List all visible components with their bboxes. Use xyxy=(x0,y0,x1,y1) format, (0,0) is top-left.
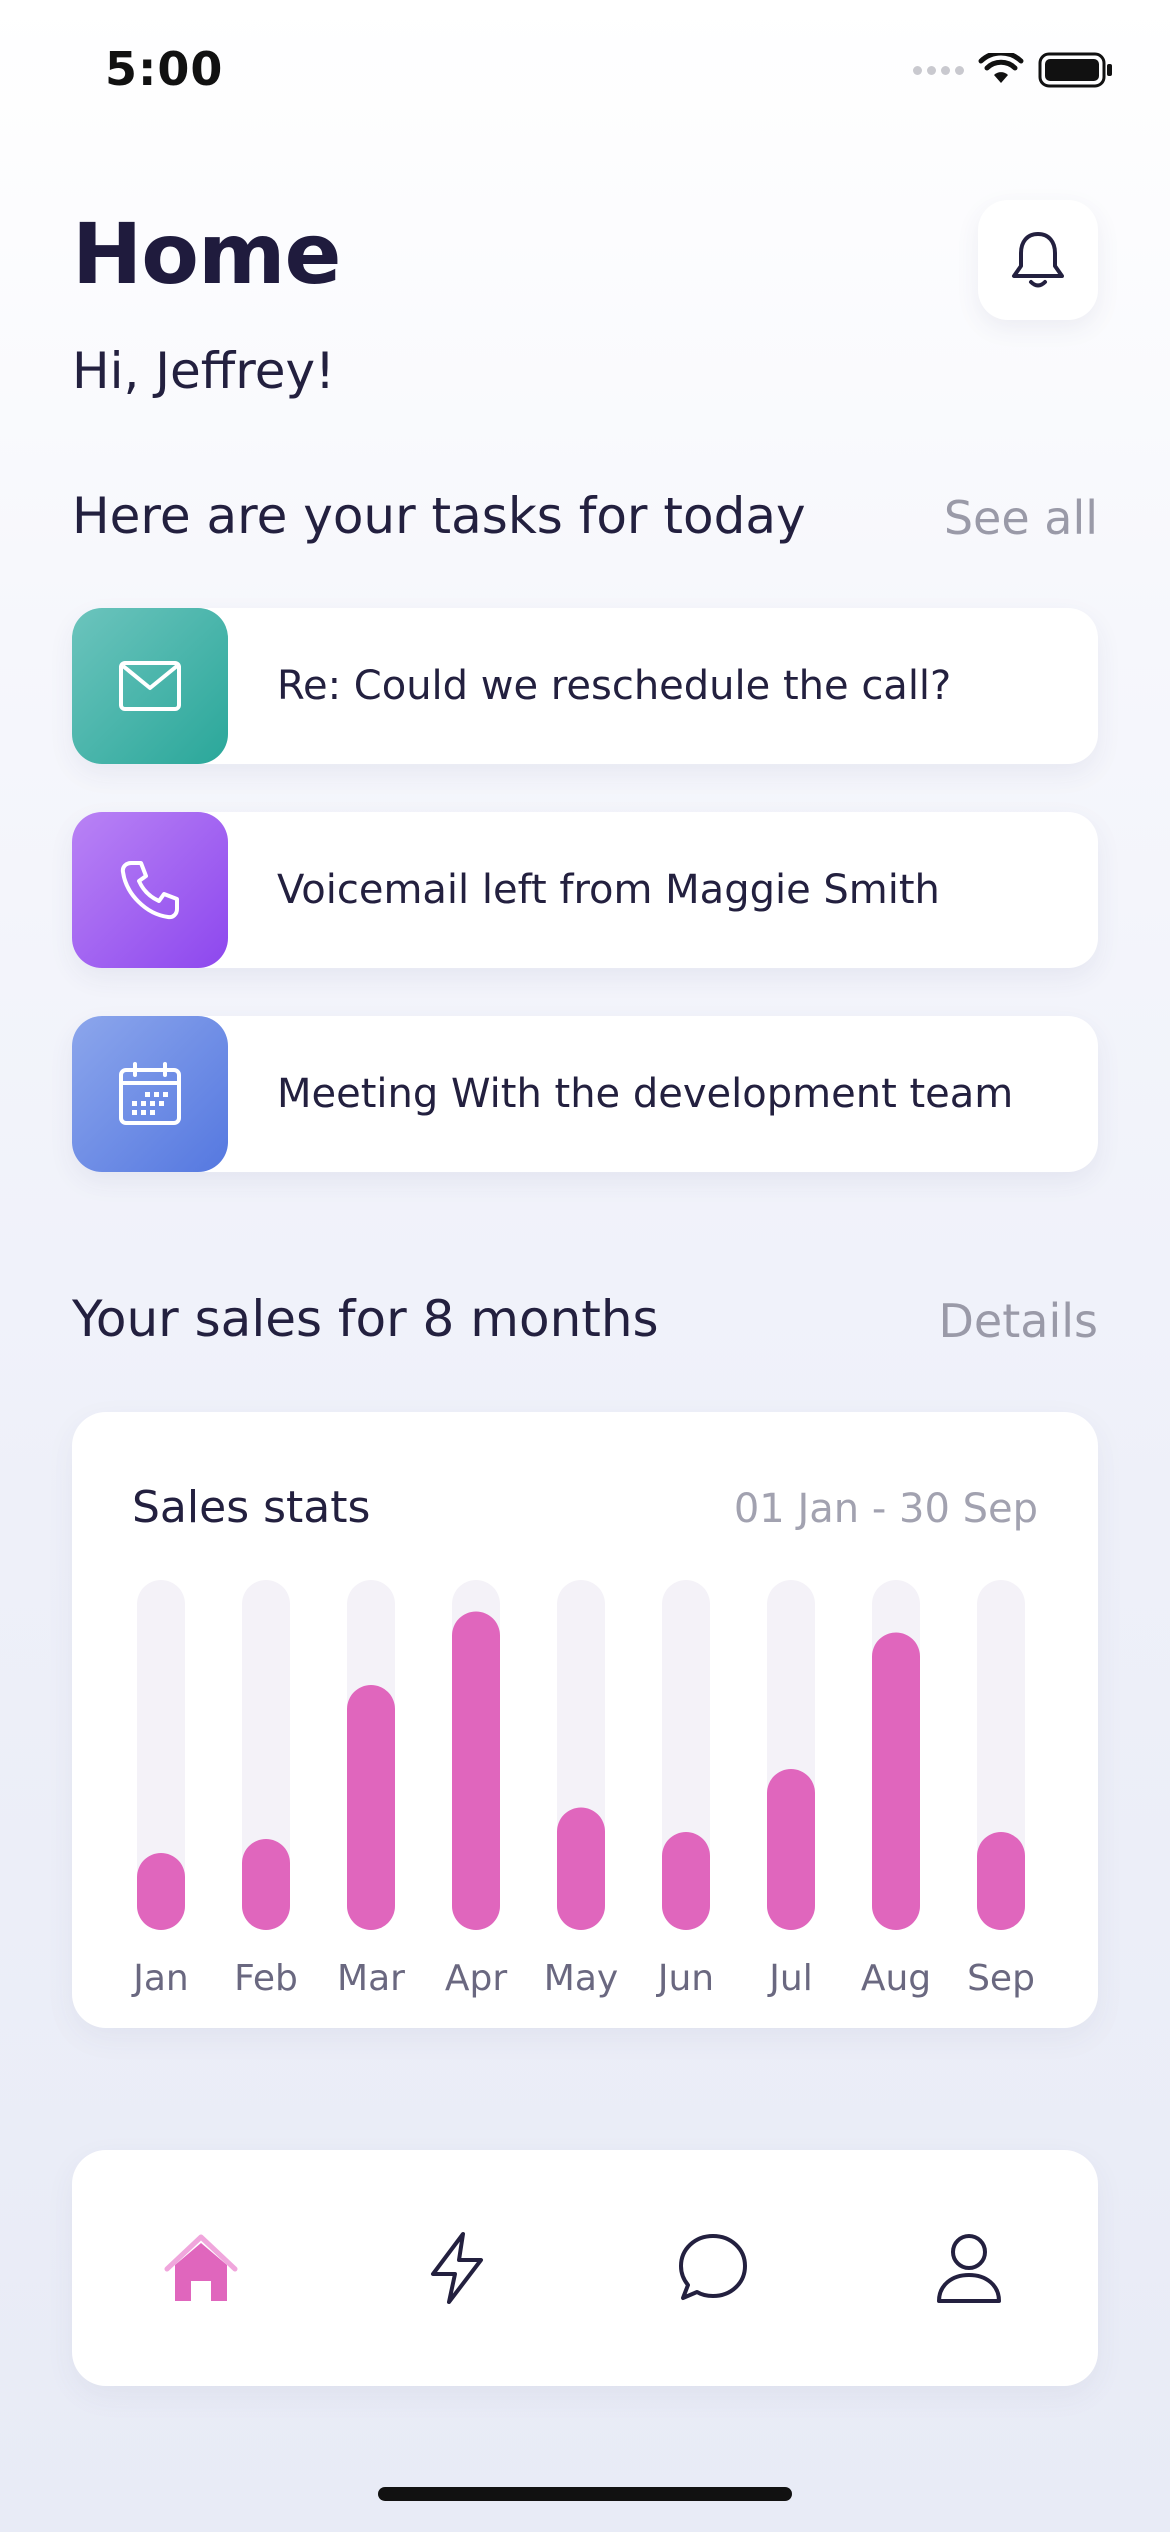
cellular-signal-icon xyxy=(913,65,964,75)
notifications-button[interactable] xyxy=(978,200,1098,320)
phone-icon xyxy=(120,861,179,920)
task-label: Re: Could we reschedule the call? xyxy=(277,663,952,709)
bar-feb[interactable] xyxy=(242,1839,290,1930)
details-link[interactable]: Details xyxy=(939,1294,1098,1348)
x-tick-label: Jun xyxy=(656,1958,714,1999)
x-tick-label: Feb xyxy=(234,1958,298,1999)
chat-bubble-icon xyxy=(679,2234,747,2300)
sales-bar-chart: Jan Feb Mar Apr May Jun Jul Aug Sep xyxy=(131,1580,1035,1999)
status-bar: 5:00 xyxy=(0,0,1170,150)
task-label: Meeting With the development team xyxy=(277,1071,1014,1117)
sales-section-title: Your sales for 8 months xyxy=(72,1290,659,1348)
nav-profile-button[interactable] xyxy=(909,2208,1029,2328)
x-tick-label: May xyxy=(544,1958,618,1999)
wifi-icon xyxy=(978,53,1024,83)
bar-aug[interactable] xyxy=(872,1632,920,1931)
task-label: Voicemail left from Maggie Smith xyxy=(277,867,940,913)
bar-jan[interactable] xyxy=(137,1853,185,1930)
bar-mar[interactable] xyxy=(347,1685,395,1930)
bar-jul[interactable] xyxy=(767,1769,815,1930)
x-tick-label: Jul xyxy=(767,1958,812,1999)
x-tick-label: Aug xyxy=(861,1958,931,1999)
task-item[interactable]: Meeting With the development team xyxy=(72,1016,1098,1172)
calendar-icon xyxy=(119,1062,181,1125)
user-icon xyxy=(937,2234,1001,2303)
home-indicator xyxy=(378,2487,792,2501)
task-icon-tile xyxy=(72,812,228,968)
lightning-icon xyxy=(431,2232,483,2304)
bottom-nav xyxy=(72,2150,1098,2386)
x-tick-label: Sep xyxy=(967,1958,1035,1999)
nav-home-button[interactable] xyxy=(141,2208,261,2328)
bell-icon xyxy=(1012,232,1064,288)
task-icon-tile xyxy=(72,608,228,764)
x-tick-label: Jan xyxy=(131,1958,189,1999)
bar-may[interactable] xyxy=(557,1807,605,1931)
status-time: 5:00 xyxy=(105,42,224,96)
see-all-link[interactable]: See all xyxy=(944,491,1098,545)
battery-icon xyxy=(1038,52,1112,88)
x-tick-label: Apr xyxy=(445,1958,507,1999)
task-item[interactable]: Voicemail left from Maggie Smith xyxy=(72,812,1098,968)
x-tick-label: Mar xyxy=(337,1958,405,1999)
status-icons xyxy=(913,52,1114,88)
mail-icon xyxy=(119,661,181,711)
bar-sep[interactable] xyxy=(977,1832,1025,1930)
nav-activity-button[interactable] xyxy=(397,2208,517,2328)
sales-chart-card: Sales stats 01 Jan - 30 Sep Jan Feb Mar Apr… xyxy=(72,1412,1098,2028)
greeting: Hi, Jeffrey! xyxy=(72,342,336,400)
tasks-section-title: Here are your tasks for today xyxy=(72,487,806,545)
nav-messages-button[interactable] xyxy=(653,2208,773,2328)
bar-jun[interactable] xyxy=(662,1832,710,1930)
home-icon xyxy=(164,2234,238,2301)
bar-apr[interactable] xyxy=(452,1611,500,1931)
task-item[interactable]: Re: Could we reschedule the call? xyxy=(72,608,1098,764)
task-icon-tile xyxy=(72,1016,228,1172)
page-title: Home xyxy=(72,205,342,303)
